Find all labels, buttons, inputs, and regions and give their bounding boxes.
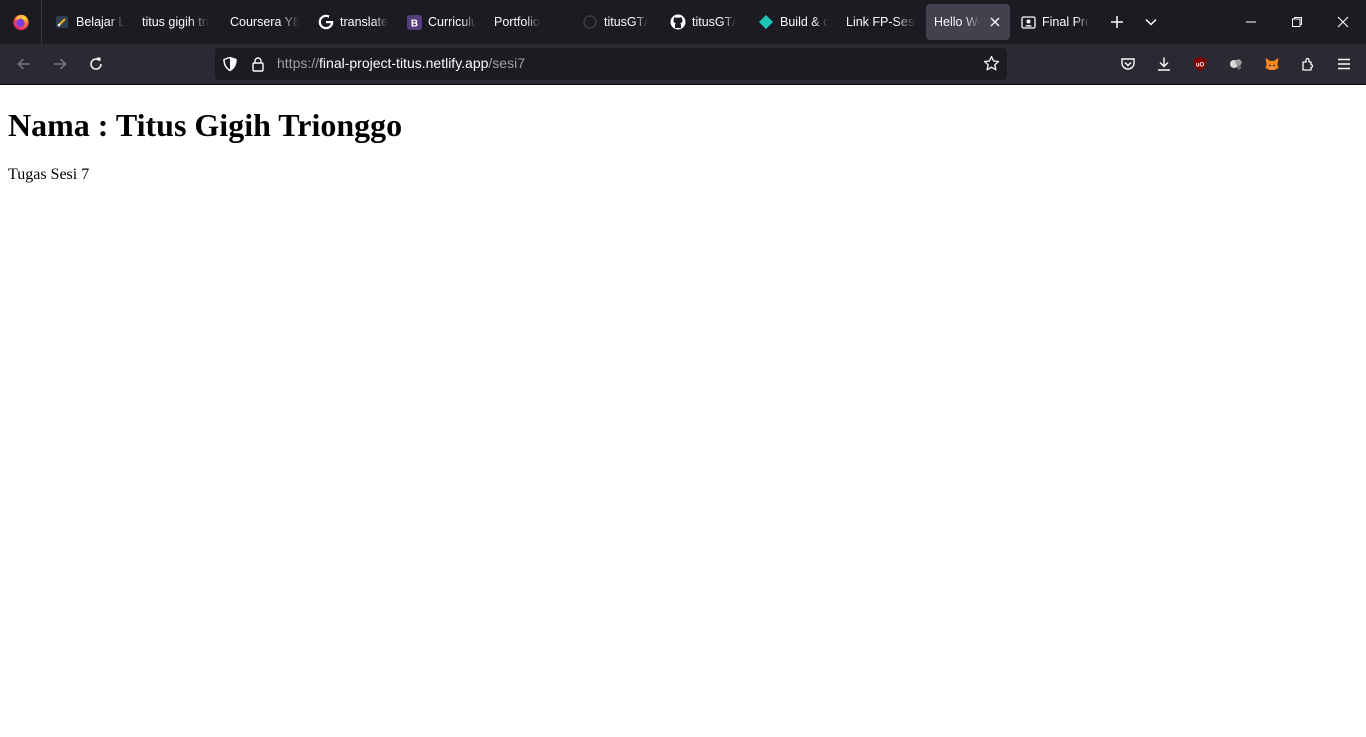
puppet-icon: [1230, 59, 1242, 70]
tab-titusgt-1[interactable]: titusGT/: [574, 4, 660, 40]
tab-title: Build & c: [780, 15, 828, 29]
minimize-button[interactable]: [1228, 0, 1274, 44]
tab-title: titusGT/: [604, 15, 648, 29]
restore-icon: [1292, 17, 1302, 27]
tab-title: translate: [340, 15, 388, 29]
tab-titusgt-2[interactable]: titusGT/: [662, 4, 748, 40]
page-heading: Nama : Titus Gigih Trionggo: [8, 107, 403, 143]
bootstrap-icon: B: [406, 14, 422, 30]
github-icon: [670, 14, 686, 30]
tab-titus-gigih[interactable]: titus gigih tri: [134, 4, 220, 40]
tab-strip: Belajar L titus gigih tri Coursera Y8! t…: [0, 0, 1366, 44]
shield-icon[interactable]: [222, 56, 238, 72]
chevron-down-icon: [1145, 18, 1157, 26]
extensions-button[interactable]: [1292, 48, 1324, 80]
tab-title: Hello Wor: [934, 15, 980, 29]
tab-portfolio[interactable]: Portfolio: [486, 4, 572, 40]
lock-icon[interactable]: [250, 56, 266, 72]
restore-button[interactable]: [1274, 0, 1320, 44]
puzzle-icon: [1302, 57, 1314, 71]
close-icon: [1337, 16, 1349, 28]
tab-final-project[interactable]: Final Pro: [1012, 4, 1098, 40]
url-path: /sesi7: [488, 55, 525, 71]
tab-title: titusGT/: [692, 15, 736, 29]
google-icon: [318, 14, 334, 30]
list-all-tabs-button[interactable]: [1134, 5, 1168, 39]
tab-coursera[interactable]: Coursera Y8!: [222, 4, 308, 40]
tab-hello-world[interactable]: Hello Wor: [926, 4, 1010, 40]
new-tab-button[interactable]: [1100, 5, 1134, 39]
metamask-fox-icon: [1265, 58, 1279, 70]
url-host: final-project-titus.netlify.app: [319, 55, 489, 71]
firefox-icon: [12, 14, 29, 31]
tab-curriculum[interactable]: B Curriculu: [398, 4, 484, 40]
metamask-button[interactable]: [1256, 48, 1288, 80]
url-scheme: https://: [277, 55, 320, 71]
app-menu-button[interactable]: [1328, 48, 1360, 80]
tab-title: titus gigih tri: [142, 15, 209, 29]
address-bar[interactable]: https://final-project-titus.netlify.app/…: [215, 48, 1007, 80]
tab-link-fp[interactable]: Link FP-Sesi7: [838, 4, 924, 40]
page-content: Nama : Titus Gigih Trionggo Tugas Sesi 7: [0, 85, 1366, 737]
tab-translate[interactable]: translate: [310, 4, 396, 40]
pocket-button[interactable]: [1112, 48, 1144, 80]
svg-text:B: B: [410, 18, 417, 29]
close-window-button[interactable]: [1320, 0, 1366, 44]
navigation-toolbar: https://final-project-titus.netlify.app/…: [0, 44, 1366, 85]
tab-belajar[interactable]: Belajar L: [46, 4, 132, 40]
close-icon[interactable]: [988, 14, 1002, 30]
arrow-left-icon: [17, 58, 30, 70]
page-paragraph: Tugas Sesi 7: [8, 166, 90, 183]
extension-button-1[interactable]: [1220, 48, 1252, 80]
tab-title: Coursera Y8!: [230, 15, 300, 29]
firefox-view-button[interactable]: [0, 0, 42, 44]
tab-title: Belajar L: [76, 15, 124, 29]
contact-icon: [1020, 14, 1036, 30]
bookmark-star-icon[interactable]: [983, 55, 1000, 72]
plus-icon: [1111, 16, 1123, 28]
minimize-icon: [1246, 21, 1256, 23]
pocket-icon: [1121, 58, 1135, 70]
forward-button[interactable]: [44, 48, 76, 80]
downloads-button[interactable]: [1148, 48, 1180, 80]
tab-title: Curriculu: [428, 15, 476, 29]
reload-button[interactable]: [80, 48, 112, 80]
loading-icon: [582, 14, 598, 30]
ublock-button[interactable]: uO: [1184, 48, 1216, 80]
tab-title: Link FP-Sesi7: [846, 15, 916, 29]
window-controls: [1228, 0, 1366, 44]
tab-build[interactable]: Build & c: [750, 4, 836, 40]
reload-icon: [90, 57, 102, 70]
url-text[interactable]: https://final-project-titus.netlify.app/…: [277, 55, 525, 71]
download-icon: [1158, 57, 1170, 71]
back-button[interactable]: [8, 48, 40, 80]
netlify-icon: [758, 14, 774, 30]
tab-title: Portfolio: [494, 15, 540, 29]
svg-text:uO: uO: [1196, 63, 1205, 69]
tab-title: Final Pro: [1042, 15, 1090, 29]
hamburger-menu-icon: [1338, 58, 1350, 70]
arrow-right-icon: [54, 58, 67, 70]
ublock-icon: uO: [1193, 57, 1207, 71]
toolbar-extensions: uO: [1112, 48, 1360, 80]
dicoding-icon: [54, 14, 70, 30]
